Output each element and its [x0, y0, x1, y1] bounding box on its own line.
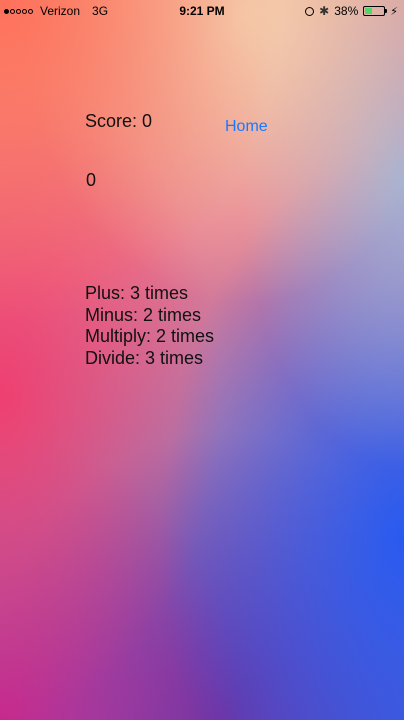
- battery-icon: [363, 6, 388, 16]
- charging-bolt-icon: ⚡︎: [390, 5, 398, 18]
- operation-stats-list: Plus: 3 times Minus: 2 times Multiply: 2…: [85, 283, 214, 369]
- stat-multiply: Multiply: 2 times: [85, 326, 215, 346]
- home-button[interactable]: Home: [225, 118, 268, 136]
- bluetooth-icon: ✱: [319, 4, 330, 18]
- stat-plus: Plus: 3 times: [85, 283, 189, 303]
- stat-minus: Minus: 2 times: [85, 304, 202, 325]
- status-right: ✱ 38% ⚡︎: [305, 4, 398, 18]
- alarm-icon: [305, 6, 315, 16]
- battery-fill: [365, 8, 373, 14]
- answer-display: 0: [86, 170, 97, 190]
- score-label: Score: 0: [85, 111, 153, 131]
- stat-divide: Divide: 3 times: [85, 347, 204, 368]
- status-bar: Verizon 3G 9:21 PM ✱ 38% ⚡︎: [0, 0, 404, 22]
- battery-percent: 38%: [334, 4, 359, 18]
